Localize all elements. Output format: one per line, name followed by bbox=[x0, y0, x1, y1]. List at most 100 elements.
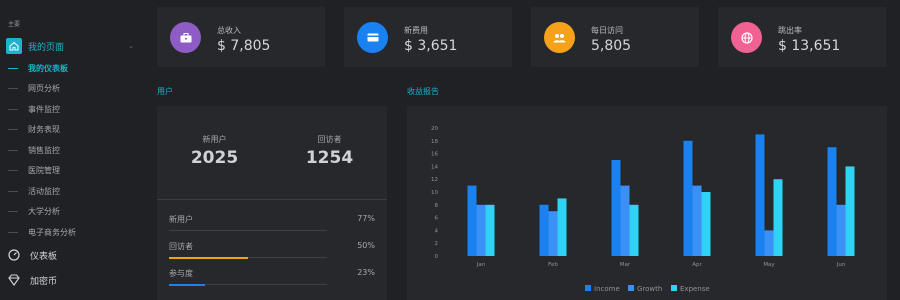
sidebar-subitem-sales[interactable]: 销售监控 bbox=[8, 143, 60, 157]
x-tick-label: Jun bbox=[836, 262, 846, 268]
legend-swatch-expense bbox=[671, 285, 677, 291]
sidebar-item-label: 仪表板 bbox=[30, 251, 58, 262]
dash-marker bbox=[8, 67, 18, 69]
progress-value: 50% bbox=[357, 241, 375, 250]
progress-label: 参与度 bbox=[169, 269, 193, 278]
stat-value: $ 3,651 bbox=[404, 38, 458, 54]
dash-marker bbox=[8, 108, 18, 110]
bar-expense-jan bbox=[485, 204, 495, 256]
new-users-label: 新用户 bbox=[202, 135, 227, 144]
y-tick-label: 14 bbox=[431, 164, 438, 170]
dash-marker bbox=[8, 231, 18, 233]
dash-marker bbox=[8, 128, 18, 130]
bar-growth-may bbox=[764, 230, 774, 256]
bar-expense-apr bbox=[701, 192, 711, 256]
bar-growth-mar bbox=[620, 185, 630, 256]
bar-growth-apr bbox=[692, 185, 702, 256]
globe-icon bbox=[731, 22, 762, 53]
bar-income-apr bbox=[683, 140, 693, 256]
returning-users-stat: 回访者 1254 bbox=[272, 134, 387, 168]
progress-new-users: 新用户 77% bbox=[169, 214, 375, 234]
legend-label-income: Income bbox=[594, 285, 620, 293]
sidebar-subitem-hospital[interactable]: 医院管理 bbox=[8, 163, 60, 177]
sidebar-item-crypto[interactable]: 加密币 bbox=[8, 272, 57, 288]
sidebar: 主要 我的页面 ⌄ 我的仪表板 网页分析 事件监控 财务表现 销售监控 医院管理… bbox=[0, 0, 142, 300]
divider bbox=[157, 199, 387, 200]
x-tick-label: Jan bbox=[476, 262, 486, 268]
sidebar-subitem-label: 电子商务分析 bbox=[28, 227, 76, 237]
returning-users-value: 1254 bbox=[305, 148, 354, 168]
progress-value: 23% bbox=[357, 268, 375, 277]
bar-growth-jan bbox=[476, 204, 486, 256]
stat-value: 5,805 bbox=[591, 38, 632, 54]
x-tick-label: May bbox=[763, 262, 775, 268]
sidebar-subitem-university[interactable]: 大学分析 bbox=[8, 204, 60, 218]
diamond-icon bbox=[8, 274, 20, 286]
bar-income-mar bbox=[611, 160, 621, 256]
sidebar-subitem-web-analytics[interactable]: 网页分析 bbox=[8, 81, 60, 95]
sidebar-subitem-financial[interactable]: 财务表现 bbox=[8, 122, 60, 136]
bar-expense-feb bbox=[557, 198, 567, 256]
sidebar-subitem-my-dashboard[interactable]: 我的仪表板 bbox=[8, 61, 68, 75]
new-users-value: 2025 bbox=[190, 148, 239, 168]
sidebar-subitem-label: 大学分析 bbox=[28, 206, 60, 216]
revenue-chart: 0 2 4 6 8 10 12 14 16 18 20 Jan Feb Mar Apr May Jun Incom… bbox=[431, 126, 855, 293]
sidebar-subitem-event-monitor[interactable]: 事件监控 bbox=[8, 102, 60, 116]
sidebar-subitem-ecommerce[interactable]: 电子商务分析 bbox=[8, 225, 76, 239]
legend-label-growth: Growth bbox=[637, 285, 662, 293]
y-tick-label: 20 bbox=[431, 126, 438, 132]
home-icon bbox=[6, 38, 22, 54]
bar-expense-may bbox=[773, 179, 783, 256]
sidebar-item-dashboard[interactable]: 仪表板 bbox=[8, 247, 57, 263]
progress-track bbox=[169, 256, 327, 259]
bar-income-jun bbox=[827, 147, 837, 256]
sidebar-subitem-label: 财务表现 bbox=[28, 124, 60, 134]
progress-track bbox=[169, 283, 327, 286]
progress-fill bbox=[169, 283, 206, 286]
stat-card-bounce-rate: 跳出率 $ 13,651 bbox=[718, 7, 886, 67]
credit-card-icon bbox=[357, 22, 388, 53]
y-tick-label: 8 bbox=[435, 203, 439, 209]
sidebar-item-label: 加密币 bbox=[30, 276, 58, 287]
y-tick-label: 10 bbox=[431, 190, 438, 196]
dash-marker bbox=[8, 149, 18, 151]
progress-track bbox=[169, 230, 327, 231]
briefcase-icon bbox=[170, 22, 201, 53]
bar-growth-jun bbox=[836, 204, 846, 256]
returning-users-label: 回访者 bbox=[317, 135, 342, 144]
stat-title: 总收入 bbox=[217, 26, 241, 35]
dash-marker bbox=[8, 169, 18, 171]
users-panel: 新用户 2025 回访者 1254 新用户 77% 回访者 50% 参与度 23… bbox=[157, 106, 387, 300]
sidebar-subitem-label: 医院管理 bbox=[28, 165, 60, 175]
bar-income-may bbox=[755, 134, 765, 256]
x-tick-label: Feb bbox=[548, 262, 558, 268]
sidebar-subitem-label: 事件监控 bbox=[28, 104, 60, 114]
stat-value: $ 7,805 bbox=[217, 38, 271, 54]
sidebar-item-my-pages[interactable]: 我的页面 ⌄ bbox=[6, 37, 140, 55]
y-tick-label: 12 bbox=[431, 177, 438, 183]
revenue-section-title: 收益报告 bbox=[407, 87, 439, 96]
sidebar-subitem-label: 活动监控 bbox=[28, 186, 60, 196]
x-tick-label: Apr bbox=[692, 262, 702, 268]
y-tick-label: 16 bbox=[431, 152, 438, 158]
progress-label: 新用户 bbox=[169, 215, 193, 224]
progress-returning: 回访者 50% bbox=[169, 241, 375, 261]
users-icon bbox=[544, 22, 575, 53]
bar-income-feb bbox=[539, 204, 549, 256]
x-tick-label: Mar bbox=[620, 262, 631, 268]
legend-label-expense: Expense bbox=[680, 285, 710, 293]
progress-fill bbox=[169, 256, 248, 259]
bar-growth-feb bbox=[548, 211, 558, 256]
stat-value: $ 13,651 bbox=[778, 38, 841, 54]
sidebar-subitem-label: 网页分析 bbox=[28, 83, 60, 93]
dash-marker bbox=[8, 210, 18, 212]
progress-label: 回访者 bbox=[169, 242, 193, 251]
chevron-down-icon: ⌄ bbox=[128, 42, 134, 50]
users-section-title: 用户 bbox=[157, 87, 173, 96]
progress-value: 77% bbox=[357, 214, 375, 223]
sidebar-subitem-label: 销售监控 bbox=[28, 145, 60, 155]
bar-expense-mar bbox=[629, 204, 639, 256]
y-tick-label: 4 bbox=[435, 228, 439, 234]
dash-marker bbox=[8, 190, 18, 192]
sidebar-subitem-activity[interactable]: 活动监控 bbox=[8, 184, 60, 198]
